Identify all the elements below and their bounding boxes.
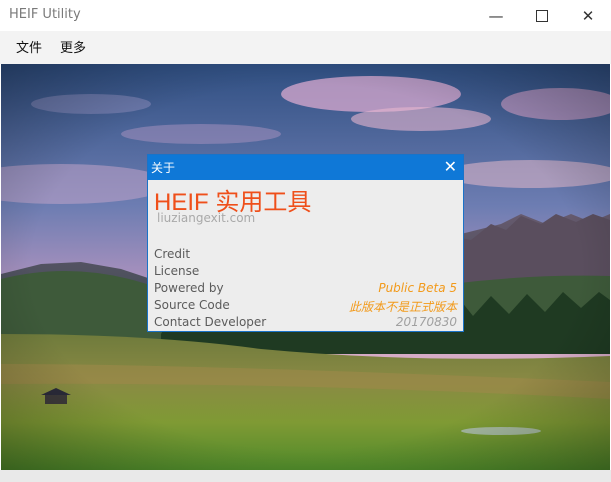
maximize-icon bbox=[536, 9, 548, 22]
maximize-button[interactable] bbox=[519, 0, 565, 31]
title-bar: HEIF Utility — ✕ bbox=[0, 0, 611, 32]
about-dialog-titlebar: 关于 ✕ bbox=[148, 155, 463, 180]
menu-file[interactable]: 文件 bbox=[14, 37, 44, 56]
build-date: 20170830 bbox=[395, 315, 457, 329]
credit-link[interactable]: Credit bbox=[154, 247, 190, 261]
about-dialog-title: 关于 bbox=[151, 161, 176, 175]
version-label: Public Beta 5 bbox=[378, 281, 457, 295]
powered-by-link[interactable]: Powered by bbox=[154, 281, 224, 295]
source-code-link[interactable]: Source Code bbox=[154, 298, 230, 312]
status-strip bbox=[0, 470, 611, 482]
window-title: HEIF Utility bbox=[9, 7, 81, 22]
close-icon: ✕ bbox=[581, 6, 595, 25]
menu-more[interactable]: 更多 bbox=[58, 37, 88, 56]
website-link[interactable]: liuziangexit.com bbox=[157, 211, 255, 225]
about-dialog: 关于 ✕ HEIF 实用工具 liuziangexit.com Credit L… bbox=[147, 154, 464, 332]
prerelease-notice: 此版本不是正式版本 bbox=[348, 300, 457, 314]
about-close-icon[interactable]: ✕ bbox=[444, 157, 457, 177]
license-link[interactable]: License bbox=[154, 264, 199, 278]
menu-bar: 文件 更多 bbox=[0, 31, 611, 64]
minimize-button[interactable]: — bbox=[473, 0, 519, 31]
minimize-icon: — bbox=[488, 6, 504, 25]
close-button[interactable]: ✕ bbox=[565, 0, 611, 31]
contact-developer-link[interactable]: Contact Developer bbox=[154, 315, 266, 329]
